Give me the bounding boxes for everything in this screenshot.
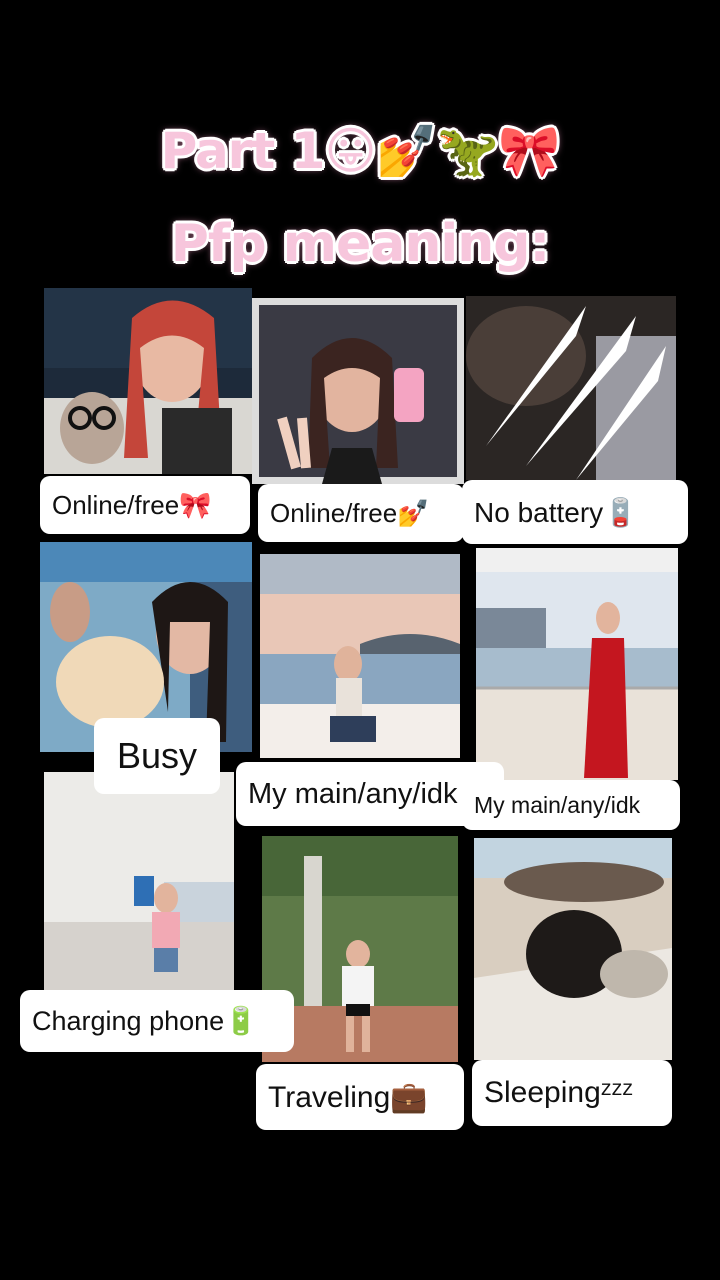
label-online-free-2: Online/free💅 bbox=[258, 484, 464, 542]
photo-charging-phone bbox=[44, 772, 234, 992]
title-part-1: Part 1😛💅🦖🎀 bbox=[160, 122, 561, 180]
title-pfp-meaning: Pfp meaning: bbox=[170, 214, 550, 274]
photo-my-main-2 bbox=[476, 548, 678, 780]
label-online-free-1: Online/free🎀 bbox=[40, 476, 250, 534]
label-sleeping: Sleepingᶻᶻᶻ bbox=[472, 1060, 672, 1126]
photo-sleeping bbox=[474, 838, 672, 1060]
label-my-main-2: My main/any/idk bbox=[462, 780, 680, 830]
photo-my-main-1 bbox=[260, 554, 460, 758]
label-charging-phone: Charging phone🔋 bbox=[20, 990, 294, 1052]
label-no-battery: No battery🪫 bbox=[462, 480, 688, 544]
photo-online-free-1 bbox=[44, 288, 252, 474]
label-busy: Busy bbox=[94, 718, 220, 794]
photo-no-battery bbox=[466, 296, 676, 480]
photo-online-free-2 bbox=[252, 298, 464, 484]
label-traveling: Traveling💼 bbox=[256, 1064, 464, 1130]
